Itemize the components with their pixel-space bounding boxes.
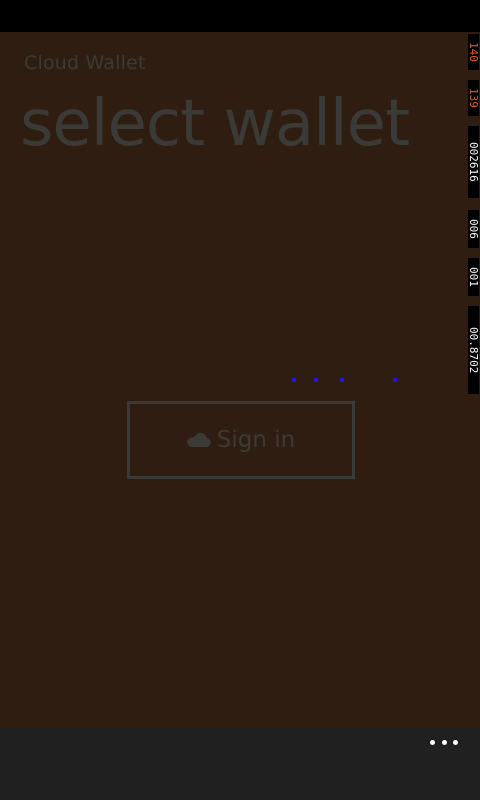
app-title: Cloud Wallet — [24, 52, 146, 74]
progress-dot — [393, 378, 397, 382]
cloud-icon — [187, 432, 211, 448]
progress-dot — [340, 378, 344, 382]
ellipsis-dot — [453, 739, 458, 745]
app-content: Cloud Wallet select wallet Sign in — [0, 32, 480, 728]
progress-indicator — [0, 378, 480, 382]
sign-in-label: Sign in — [216, 427, 296, 453]
status-bar — [0, 0, 480, 32]
progress-dot — [314, 378, 318, 382]
progress-dot — [292, 378, 296, 382]
page-title: select wallet — [20, 87, 410, 161]
sign-in-content: Sign in — [187, 427, 295, 453]
counter-fill-rate: 00.8702 — [468, 306, 479, 394]
ellipsis-dot — [430, 739, 435, 745]
counter-ui-fps: 139 — [468, 80, 479, 116]
ellipsis-icon[interactable] — [430, 738, 458, 746]
frame-rate-counters: 140 139 002616 006 001 00.8702 — [466, 32, 480, 398]
sign-in-button[interactable]: Sign in — [127, 401, 355, 479]
counter-intermediate-surfaces: 001 — [468, 258, 479, 296]
counter-texture-memory: 002616 — [468, 126, 479, 198]
counter-composition-fps: 140 — [468, 34, 479, 70]
ellipsis-dot — [441, 739, 447, 745]
app-bar — [0, 728, 480, 800]
counter-surfaces: 006 — [468, 210, 479, 248]
